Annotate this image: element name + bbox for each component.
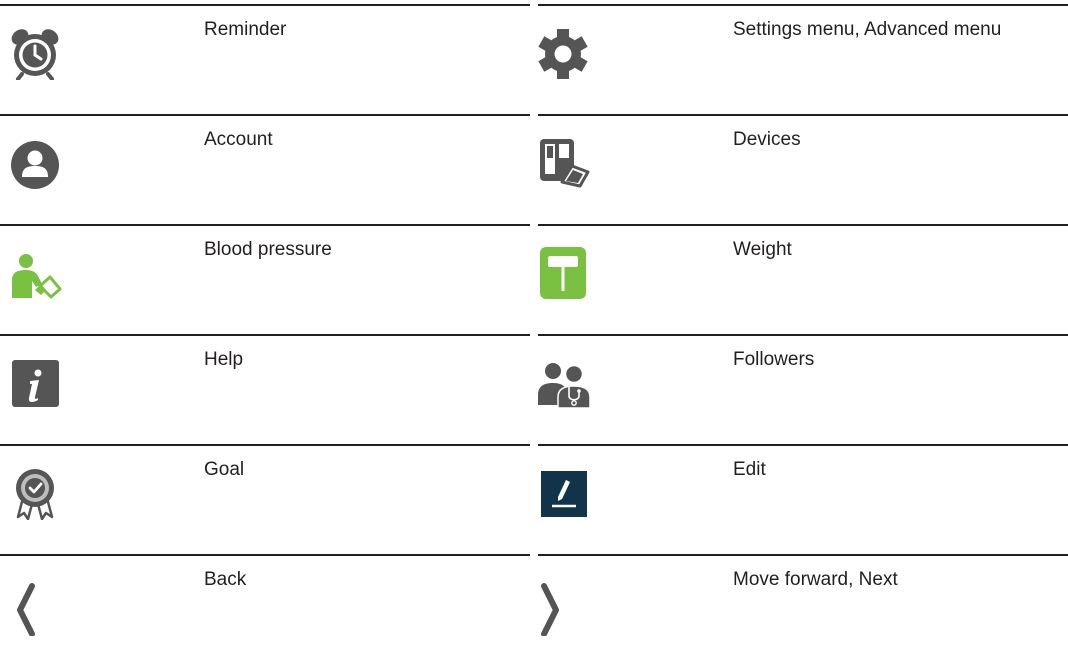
row-divider [538,114,1068,116]
row-divider [538,224,1068,226]
legend-row: Help Followers [0,334,1068,444]
row-divider [0,334,530,336]
legend-label: Followers [733,349,815,370]
info-icon [8,356,62,410]
row-divider [0,224,530,226]
weight-scale-icon [536,246,590,300]
row-divider [0,114,530,116]
row-divider [538,4,1068,6]
legend-row: Back Move forward, Next [0,554,1068,664]
row-divider [538,444,1068,446]
legend-label: Edit [733,459,766,480]
row-divider [0,554,530,556]
edit-pencil-icon [536,466,590,520]
legend-label: Help [204,349,244,370]
devices-icon [536,136,590,190]
row-divider [538,554,1068,556]
legend-label: Back [204,569,247,590]
legend-label: Account [204,129,273,150]
goal-badge-icon [8,466,62,520]
blood-pressure-icon [8,246,62,300]
legend-row: Blood pressure Weight [0,224,1068,334]
row-divider [538,334,1068,336]
gear-icon [536,26,590,80]
legend-row: Account Devices [0,114,1068,224]
followers-icon [536,356,590,410]
chevron-right-icon [536,582,590,636]
legend-row: Reminder Settings menu, Advanced menu [0,4,1068,114]
legend-label: Settings menu, Advanced menu [733,19,1002,40]
alarm-clock-icon [8,26,62,80]
legend-label: Goal [204,459,245,480]
legend-label: Reminder [204,19,287,40]
legend-label: Move forward, Next [733,569,898,590]
legend-label: Devices [733,129,801,150]
account-icon [8,136,62,190]
row-divider [0,4,530,6]
legend-label: Blood pressure [204,239,332,260]
chevron-left-icon [8,582,62,636]
legend-label: Weight [733,239,792,260]
icon-legend-table: Reminder Settings menu, Advanced menu Ac… [0,0,1068,670]
legend-row: Goal Edit [0,444,1068,554]
row-divider [0,444,530,446]
